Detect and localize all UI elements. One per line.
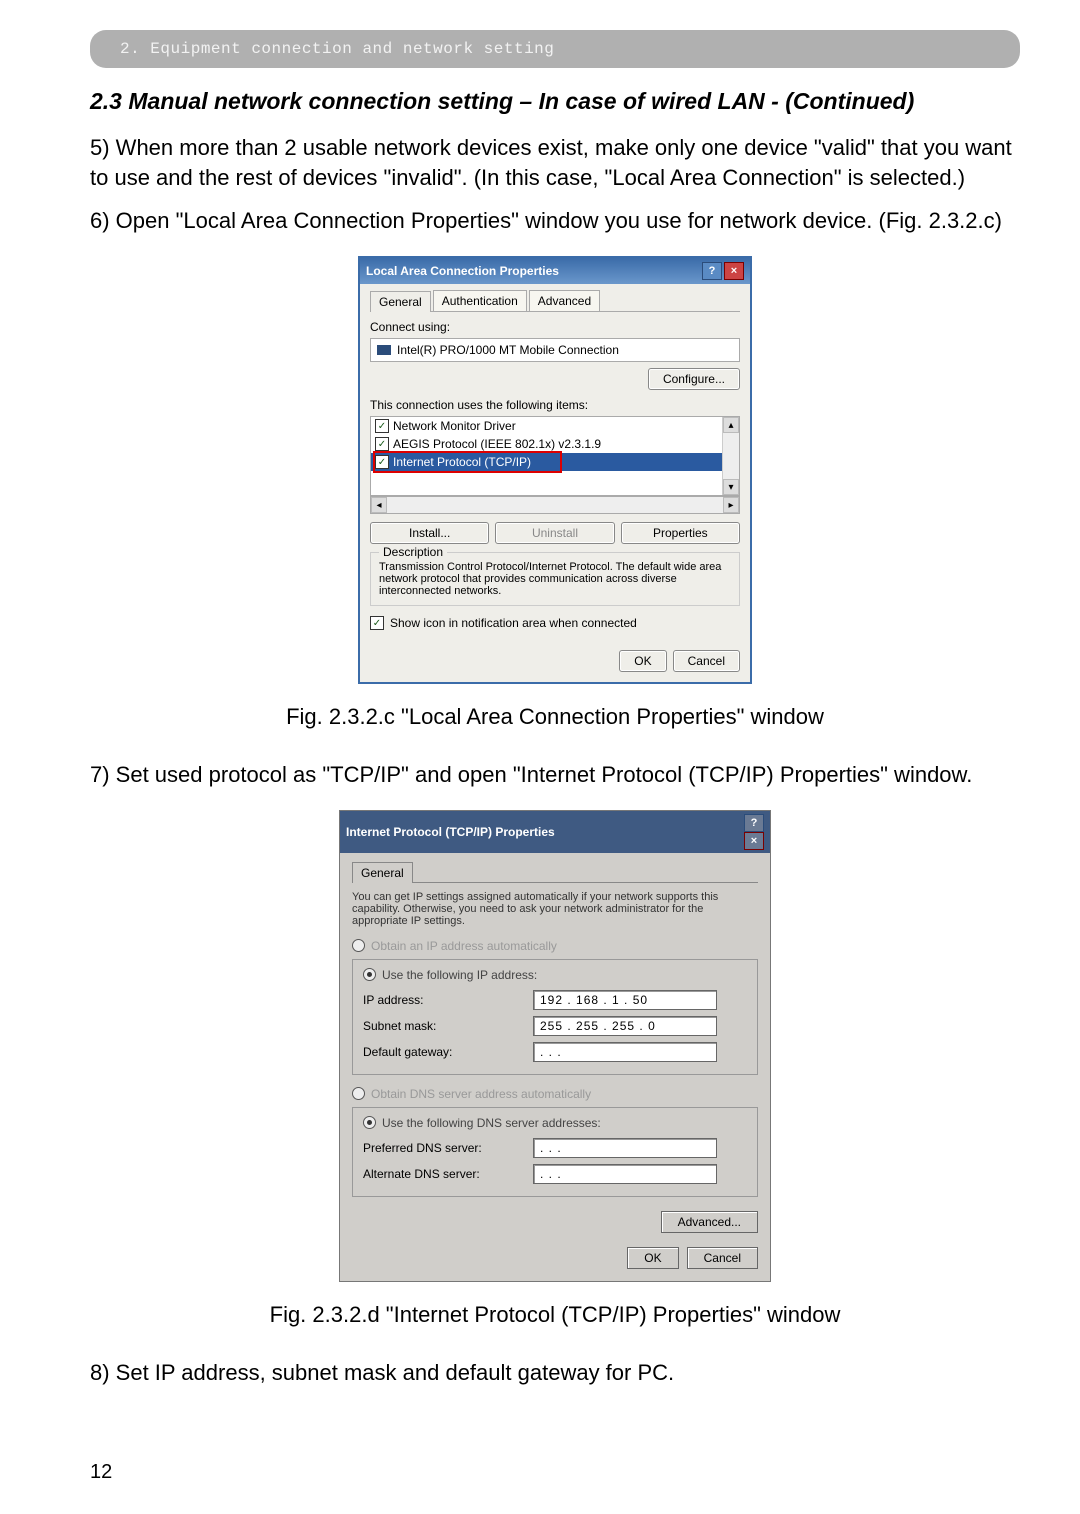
paragraph-6: 6) Open "Local Area Connection Propertie… <box>90 206 1020 236</box>
dns-fieldset: Use the following DNS server addresses: … <box>352 1107 758 1197</box>
install-button[interactable]: Install... <box>370 522 489 544</box>
tab-general[interactable]: General <box>352 862 413 883</box>
ip-fieldset: Use the following IP address: IP address… <box>352 959 758 1075</box>
default-gateway-input[interactable]: . . . <box>533 1042 717 1062</box>
list-item[interactable]: ✓ Network Monitor Driver <box>371 417 739 435</box>
horizontal-scrollbar[interactable]: ◂ ▸ <box>370 496 740 514</box>
close-icon[interactable]: × <box>724 262 744 280</box>
dialog-internet-protocol: Internet Protocol (TCP/IP) Properties ? … <box>90 810 1020 1282</box>
radio-icon[interactable] <box>363 968 376 981</box>
connect-using-label: Connect using: <box>370 320 740 334</box>
list-item-label: Internet Protocol (TCP/IP) <box>393 455 531 469</box>
default-gateway-label: Default gateway: <box>363 1045 533 1059</box>
radio-label: Use the following IP address: <box>382 968 537 982</box>
scroll-down-icon[interactable]: ▾ <box>723 479 739 495</box>
radio-obtain-ip-auto[interactable]: Obtain an IP address automatically <box>352 937 758 955</box>
chapter-banner: 2. Equipment connection and network sett… <box>90 30 1020 68</box>
components-listbox[interactable]: ✓ Network Monitor Driver ✓ AEGIS Protoco… <box>370 416 740 496</box>
dialog1-title: Local Area Connection Properties <box>366 264 559 278</box>
close-icon[interactable]: × <box>744 832 764 850</box>
dialog-local-area-connection: Local Area Connection Properties ? × Gen… <box>90 256 1020 684</box>
show-icon-checkbox[interactable]: ✓ <box>370 616 384 630</box>
show-icon-label: Show icon in notification area when conn… <box>390 616 637 630</box>
radio-icon[interactable] <box>352 1087 365 1100</box>
scroll-right-icon[interactable]: ▸ <box>723 497 739 513</box>
scroll-left-icon[interactable]: ◂ <box>371 497 387 513</box>
list-item-label: Network Monitor Driver <box>393 419 516 433</box>
radio-label: Obtain DNS server address automatically <box>371 1087 591 1101</box>
dialog2-titlebar: Internet Protocol (TCP/IP) Properties ? … <box>340 811 770 853</box>
list-item[interactable]: ✓ AEGIS Protocol (IEEE 802.1x) v2.3.1.9 <box>371 435 739 453</box>
intro-text: You can get IP settings assigned automat… <box>352 891 758 927</box>
help-icon[interactable]: ? <box>702 262 722 280</box>
ok-button[interactable]: OK <box>619 650 666 672</box>
checkbox-icon[interactable]: ✓ <box>375 455 389 469</box>
cancel-button[interactable]: Cancel <box>673 650 740 672</box>
tab-authentication[interactable]: Authentication <box>433 290 527 311</box>
paragraph-8: 8) Set IP address, subnet mask and defau… <box>90 1358 1020 1388</box>
paragraph-7: 7) Set used protocol as "TCP/IP" and ope… <box>90 760 1020 790</box>
figure-d-caption: Fig. 2.3.2.d "Internet Protocol (TCP/IP)… <box>90 1302 1020 1328</box>
ok-button[interactable]: OK <box>627 1247 678 1269</box>
subnet-mask-label: Subnet mask: <box>363 1019 533 1033</box>
tab-general[interactable]: General <box>370 291 431 312</box>
dialog1-tabs: General Authentication Advanced <box>370 290 740 312</box>
tab-advanced[interactable]: Advanced <box>529 290 600 311</box>
cancel-button[interactable]: Cancel <box>687 1247 758 1269</box>
preferred-dns-input[interactable]: . . . <box>533 1138 717 1158</box>
list-item-selected[interactable]: ✓ Internet Protocol (TCP/IP) <box>371 453 739 471</box>
ip-address-input[interactable]: 192 . 168 . 1 . 50 <box>533 990 717 1010</box>
advanced-button[interactable]: Advanced... <box>661 1211 758 1233</box>
nic-icon <box>377 345 391 355</box>
ip-address-label: IP address: <box>363 993 533 1007</box>
properties-button[interactable]: Properties <box>621 522 740 544</box>
configure-button[interactable]: Configure... <box>648 368 740 390</box>
checkbox-icon[interactable]: ✓ <box>375 419 389 433</box>
paragraph-5: 5) When more than 2 usable network devic… <box>90 133 1020 192</box>
list-item-label: AEGIS Protocol (IEEE 802.1x) v2.3.1.9 <box>393 437 601 451</box>
radio-label: Use the following DNS server addresses: <box>382 1116 601 1130</box>
dialog1-titlebar: Local Area Connection Properties ? × <box>360 258 750 284</box>
description-text: Transmission Control Protocol/Internet P… <box>379 561 731 597</box>
figure-c-caption: Fig. 2.3.2.c "Local Area Connection Prop… <box>90 704 1020 730</box>
preferred-dns-label: Preferred DNS server: <box>363 1141 533 1155</box>
alternate-dns-input[interactable]: . . . <box>533 1164 717 1184</box>
page-number: 12 <box>90 1461 112 1484</box>
description-group: Description Transmission Control Protoco… <box>370 552 740 606</box>
radio-use-following-dns[interactable]: Use the following DNS server addresses: <box>363 1114 747 1132</box>
checkbox-icon[interactable]: ✓ <box>375 437 389 451</box>
radio-obtain-dns-auto[interactable]: Obtain DNS server address automatically <box>352 1085 758 1103</box>
items-label: This connection uses the following items… <box>370 398 740 412</box>
radio-use-following-ip[interactable]: Use the following IP address: <box>363 966 747 984</box>
scroll-up-icon[interactable]: ▴ <box>723 417 739 433</box>
nic-name: Intel(R) PRO/1000 MT Mobile Connection <box>397 343 619 357</box>
description-label: Description <box>379 545 447 559</box>
radio-label: Obtain an IP address automatically <box>371 939 557 953</box>
vertical-scrollbar[interactable]: ▴ ▾ <box>722 417 739 495</box>
dialog2-title: Internet Protocol (TCP/IP) Properties <box>346 825 555 839</box>
alternate-dns-label: Alternate DNS server: <box>363 1167 533 1181</box>
help-icon[interactable]: ? <box>744 814 764 832</box>
section-title: 2.3 Manual network connection setting – … <box>90 88 1020 115</box>
nic-display: Intel(R) PRO/1000 MT Mobile Connection <box>370 338 740 362</box>
radio-icon[interactable] <box>352 939 365 952</box>
uninstall-button[interactable]: Uninstall <box>495 522 614 544</box>
subnet-mask-input[interactable]: 255 . 255 . 255 . 0 <box>533 1016 717 1036</box>
radio-icon[interactable] <box>363 1116 376 1129</box>
